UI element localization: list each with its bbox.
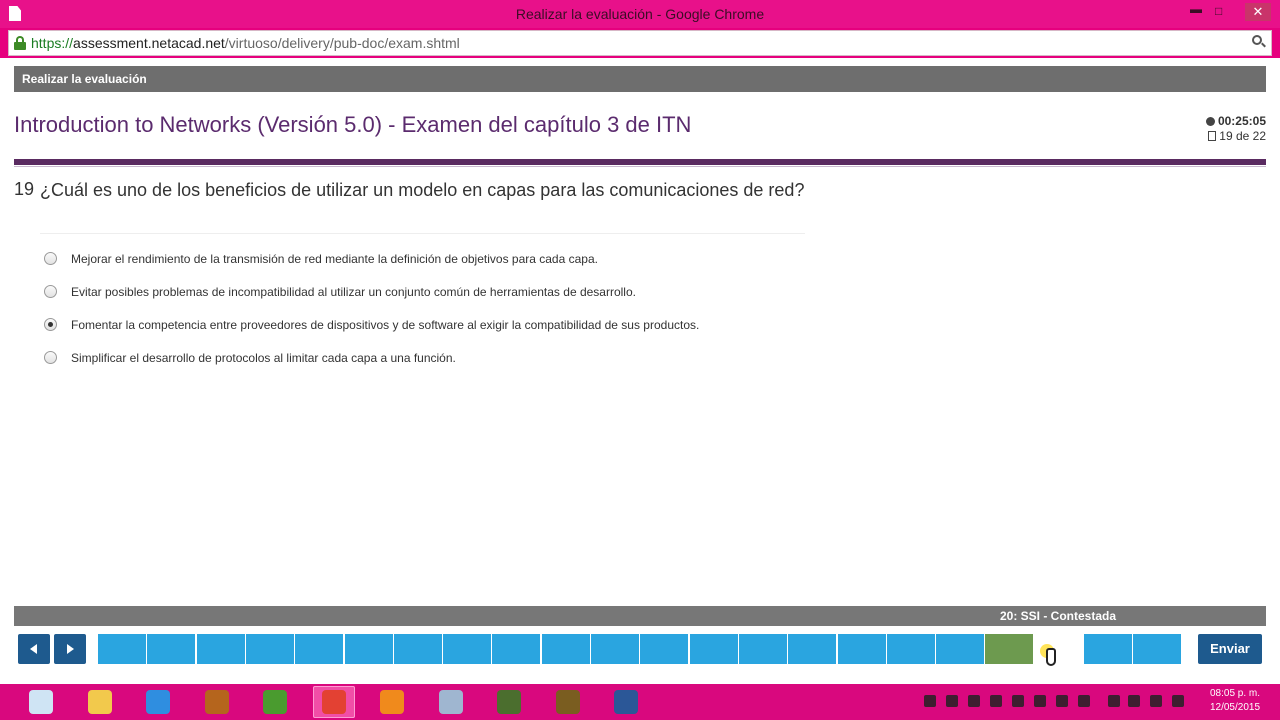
address-bar[interactable]: https://assessment.netacad.net/virtuoso/… xyxy=(8,30,1272,56)
title-divider-thin xyxy=(14,166,1266,167)
answer-label[interactable]: Evitar posibles problemas de incompatibi… xyxy=(71,285,636,299)
steam-icon[interactable] xyxy=(968,695,980,707)
warning-icon[interactable] xyxy=(1056,695,1068,707)
question-nav-box[interactable] xyxy=(689,634,738,664)
question-nav-box[interactable] xyxy=(788,634,837,664)
answer-radio[interactable] xyxy=(44,252,57,265)
question-status-bar: 20: SSI - Contestada xyxy=(14,606,1266,626)
question-nav-box[interactable] xyxy=(738,634,787,664)
answer-label[interactable]: Fomentar la competencia entre proveedore… xyxy=(71,318,699,332)
windows-taskbar: 08:05 p. m. 12/05/2015 xyxy=(0,684,1280,720)
status-text: 20: SSI - Contestada xyxy=(1000,609,1117,623)
minimize-button[interactable]: ▬ xyxy=(1190,2,1202,16)
maximize-button[interactable]: □ xyxy=(1215,4,1222,18)
internet-explorer-icon xyxy=(146,690,170,714)
question-nav-box[interactable] xyxy=(98,634,146,664)
monitor-icon[interactable] xyxy=(1128,695,1140,707)
python-app-icon xyxy=(263,690,287,714)
microsoft-word-icon xyxy=(614,690,638,714)
taskbar-google-chrome[interactable] xyxy=(312,686,355,718)
zoom-icon[interactable] xyxy=(1252,35,1266,49)
question-nav-box[interactable] xyxy=(837,634,886,664)
utility-app-icon xyxy=(555,690,580,714)
question-nav-box[interactable] xyxy=(985,634,1034,664)
flame-icon[interactable] xyxy=(990,695,1002,707)
baseball-glove-app-icon xyxy=(204,690,229,714)
question-nav-box[interactable] xyxy=(492,634,541,664)
file-explorer-icon xyxy=(87,690,112,714)
previous-question-button[interactable] xyxy=(18,634,50,664)
wifi-icon[interactable] xyxy=(924,695,936,707)
settings-app-icon xyxy=(29,690,53,714)
taskbar-baseball-glove-app[interactable] xyxy=(196,686,238,718)
system-clock[interactable]: 08:05 p. m. 12/05/2015 xyxy=(1200,687,1270,715)
close-button[interactable]: ✕ xyxy=(1245,3,1271,21)
window-titlebar: Realizar la evaluación - Google Chrome ▬… xyxy=(0,0,1280,28)
question-nav-box[interactable] xyxy=(443,634,492,664)
clock-icon xyxy=(1205,117,1215,126)
clock-date: 12/05/2015 xyxy=(1209,702,1261,713)
question-nav-box[interactable] xyxy=(147,634,196,664)
question-nav-box[interactable] xyxy=(1084,634,1132,664)
system-tray xyxy=(920,692,1190,712)
taskbar-microsoft-word[interactable] xyxy=(605,686,647,718)
exam-title: Introduction to Networks (Versión 5.0) -… xyxy=(14,112,692,137)
volume-icon[interactable] xyxy=(1150,695,1162,707)
network-icon[interactable] xyxy=(946,695,958,707)
question-number: 19 xyxy=(14,179,35,199)
answer-label[interactable]: Mejorar el rendimiento de la transmisión… xyxy=(71,252,598,266)
keyboard-icon[interactable] xyxy=(1172,695,1184,707)
answer-label[interactable]: Simplificar el desarrollo de protocolos … xyxy=(71,351,456,365)
arrow-right-icon xyxy=(67,644,74,654)
page-count-icon xyxy=(1208,131,1217,141)
taskbar-internet-explorer[interactable] xyxy=(137,686,179,718)
question-divider xyxy=(40,233,805,234)
question-nav-box[interactable] xyxy=(196,634,245,664)
action-center-icon[interactable] xyxy=(1078,695,1090,707)
display-icon[interactable] xyxy=(1012,695,1024,707)
exam-timer: 00:25:05 19 de 22 xyxy=(1205,114,1266,144)
taskbar-packet-tracer[interactable] xyxy=(488,686,530,718)
question-nav-box[interactable] xyxy=(1133,634,1182,664)
firefox-icon xyxy=(380,690,404,714)
question-nav-box[interactable] xyxy=(295,634,344,664)
answer-radio[interactable] xyxy=(44,318,57,331)
question-nav-box[interactable] xyxy=(886,634,935,664)
submit-button[interactable]: Enviar xyxy=(1198,634,1262,664)
answer-radio[interactable] xyxy=(44,285,57,298)
answer-radio[interactable] xyxy=(44,351,57,364)
url-text[interactable]: https://assessment.netacad.net/virtuoso/… xyxy=(31,35,460,51)
arrow-left-icon xyxy=(30,644,37,654)
question-navigation: Enviar xyxy=(14,628,1266,670)
taskbar-firefox[interactable] xyxy=(371,686,413,718)
exam-page: Realizar la evaluación Introduction to N… xyxy=(0,58,1280,684)
time-remaining: 00:25:05 xyxy=(1217,114,1266,128)
question-nav-box[interactable] xyxy=(640,634,689,664)
taskbar-python-app[interactable] xyxy=(254,686,296,718)
virtualbox-icon xyxy=(438,690,463,714)
question-nav-box[interactable] xyxy=(344,634,393,664)
taskbar-settings-app[interactable] xyxy=(20,686,62,718)
question-nav-box[interactable] xyxy=(591,634,639,664)
taskbar-virtualbox[interactable] xyxy=(430,686,472,718)
question-nav-box[interactable] xyxy=(936,634,985,664)
question-nav-box[interactable] xyxy=(541,634,590,664)
clock-time: 08:05 p. m. xyxy=(1209,688,1261,699)
question-progress: 19 de 22 xyxy=(1219,129,1266,143)
signal-icon[interactable] xyxy=(1034,695,1046,707)
next-question-button[interactable] xyxy=(54,634,86,664)
question-nav-box[interactable] xyxy=(245,634,294,664)
taskbar-file-explorer[interactable] xyxy=(79,686,121,718)
question-nav-box[interactable] xyxy=(393,634,442,664)
page-header-band: Realizar la evaluación xyxy=(14,66,1266,92)
taskbar-utility-app[interactable] xyxy=(547,686,589,718)
battery-icon[interactable] xyxy=(1108,695,1120,707)
window-title: Realizar la evaluación - Google Chrome xyxy=(515,6,765,22)
title-divider xyxy=(14,159,1266,165)
hand-cursor-icon xyxy=(1040,644,1058,668)
packet-tracer-icon xyxy=(497,690,521,714)
lock-icon[interactable] xyxy=(14,36,26,50)
google-chrome-icon xyxy=(321,690,346,714)
question-text: ¿Cuál es uno de los beneficios de utiliz… xyxy=(40,180,805,200)
